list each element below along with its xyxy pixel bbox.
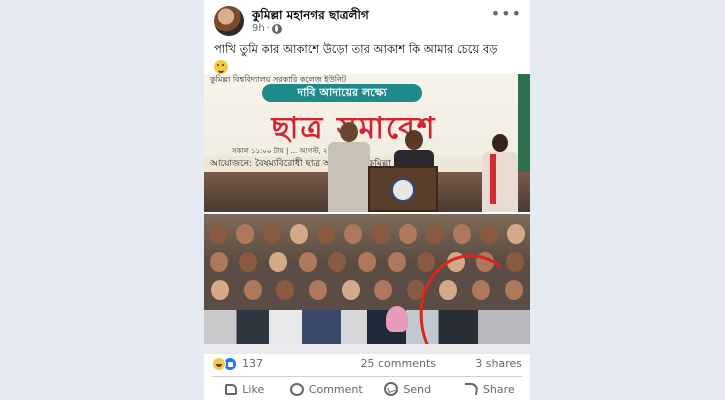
post-photo-rally-stage[interactable]: কুমিল্লা বিশ্ববিদ্যালয় সরকারি কলেজ ইউনি… (204, 74, 530, 212)
post-card: কুমিল্লা মহানগর ছাত্রলীগ 9h · ••• পাখি ত… (204, 0, 530, 400)
caption-text: পাখি তুমি কার আকাশে উড়ো তার আকাশ কি আমা… (214, 42, 498, 56)
podium (368, 166, 438, 212)
globe-icon (271, 23, 282, 34)
action-divider (212, 376, 522, 377)
grinning-emoji-icon (214, 59, 228, 74)
post-header: কুমিল্লা মহানগর ছাত্রলীগ 9h · ••• (212, 4, 522, 38)
share-label: Share (482, 382, 515, 396)
post-time[interactable]: 9h (252, 23, 265, 34)
shares-count[interactable]: 3 shares (475, 357, 522, 370)
send-label: Send (403, 382, 432, 396)
banner-pill-text: দাবি আদায়ের লক্ষ্যে (262, 84, 422, 102)
like-button[interactable]: Like (204, 378, 286, 400)
reaction-count[interactable]: 137 (242, 357, 263, 370)
crowd-row-back (204, 224, 530, 244)
reaction-icons[interactable] (212, 357, 237, 371)
speaker-right (480, 134, 520, 212)
share-button[interactable]: Share (449, 378, 531, 400)
reactions-summary: 137 25 comments 3 shares (212, 356, 522, 372)
protest-banner-edge (204, 344, 530, 354)
more-options-button[interactable]: ••• (491, 4, 522, 23)
like-label: Like (242, 382, 265, 396)
comments-count[interactable]: 25 comments (361, 357, 437, 370)
podium-logo-icon (391, 178, 415, 202)
post-meta: 9h · (252, 23, 282, 34)
comment-icon (289, 382, 304, 396)
person-pink-hijab (386, 306, 408, 332)
haha-reaction-icon (212, 357, 226, 371)
post-actions: Like Comment Send Share (204, 378, 530, 400)
post-caption: পাখি তুমি কার আকাশে উড়ো তার আকাশ কি আমা… (214, 41, 522, 74)
send-button[interactable]: Send (367, 378, 449, 400)
post-photo-crowd[interactable] (204, 214, 530, 354)
comment-label: Comment (308, 382, 363, 396)
send-icon (384, 382, 399, 396)
avatar[interactable] (214, 6, 244, 36)
speaker-left (326, 122, 372, 212)
comment-button[interactable]: Comment (286, 378, 368, 400)
share-icon (462, 383, 479, 395)
like-icon (225, 383, 238, 395)
